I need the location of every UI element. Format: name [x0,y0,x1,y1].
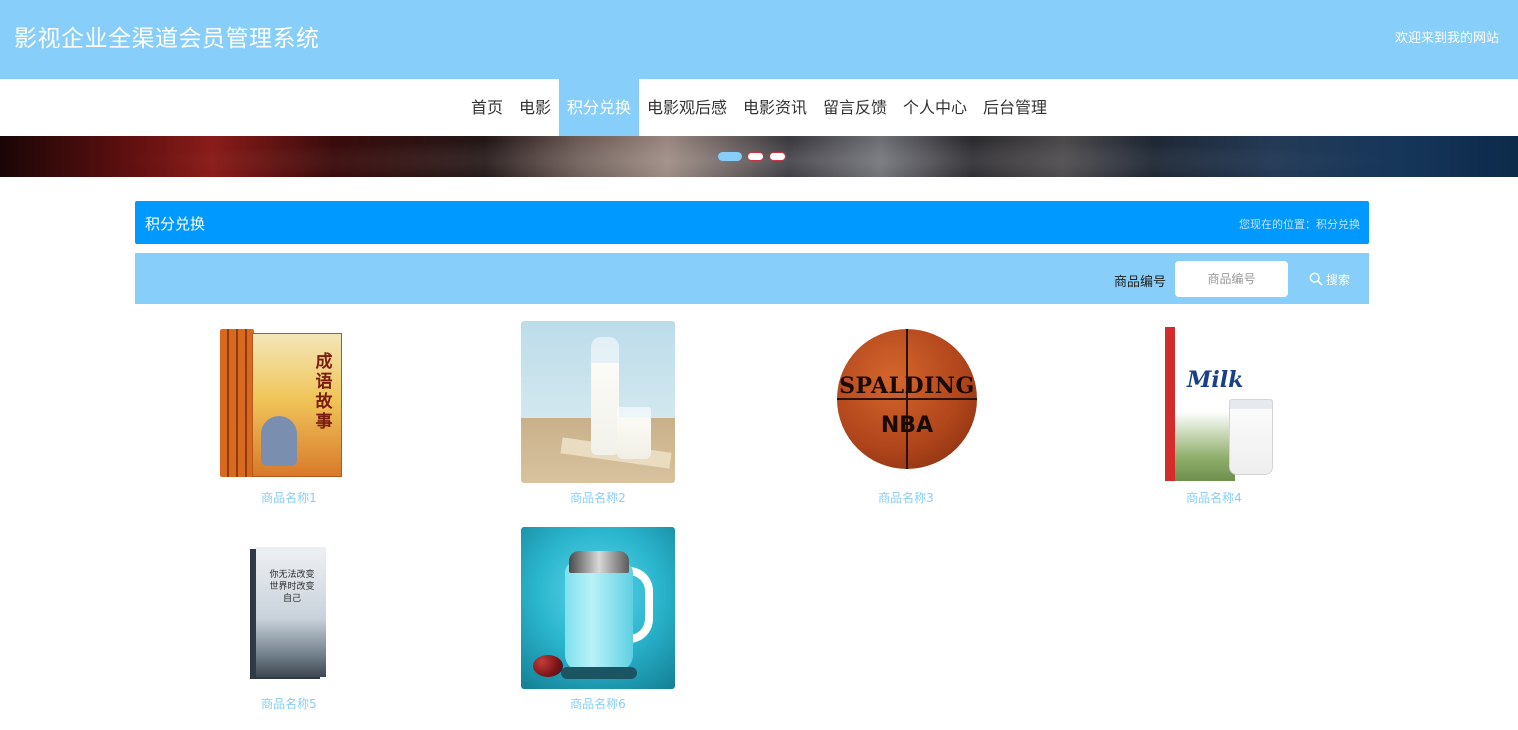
banner-carousel [0,136,1518,177]
product-card-5[interactable]: 你无法改变世界时改变自己 商品名称5 [189,527,389,712]
product-card-4[interactable]: Milk 商品名称4 [1114,321,1314,506]
carousel-dot-3[interactable] [769,152,786,161]
product-image-5-text: 你无法改变世界时改变自己 [269,570,315,604]
product-number-input[interactable] [1175,261,1288,297]
product-image-3-brand: SPALDING [839,373,975,399]
product-name-3[interactable]: 商品名称3 [806,489,1006,506]
product-image-1[interactable]: 成语故事 [212,321,366,483]
product-card-3[interactable]: SPALDING NBA 商品名称3 [806,321,1006,506]
carousel-dot-2[interactable] [747,152,764,161]
product-image-3[interactable]: SPALDING NBA [829,321,983,483]
nav-item-user-center[interactable]: 个人中心 [895,79,975,136]
product-image-1-text: 成语故事 [315,352,333,432]
product-card-6[interactable]: 商品名称6 [498,527,698,712]
product-image-4-text: Milk [1187,367,1244,393]
product-image-3-league: NBA [880,413,934,438]
nav-item-points-exchange[interactable]: 积分兑换 [558,79,639,136]
product-name-5[interactable]: 商品名称5 [189,695,389,712]
welcome-text: 欢迎来到我的网站 [1394,31,1499,46]
product-name-6[interactable]: 商品名称6 [498,695,698,712]
nav-item-admin[interactable]: 后台管理 [975,79,1055,136]
nav-item-movie-news[interactable]: 电影资讯 [735,79,815,136]
product-card-1[interactable]: 成语故事 商品名称1 [189,321,389,506]
product-name-2[interactable]: 商品名称2 [498,489,698,506]
section-title-bar: 积分兑换 您现在的位置：积分兑换 [135,201,1369,244]
section-title: 积分兑换 [145,215,206,233]
product-name-1[interactable]: 商品名称1 [189,489,389,506]
nav-item-feedback[interactable]: 留言反馈 [815,79,895,136]
site-header: 影视企业全渠道会员管理系统 欢迎来到我的网站 [0,0,1518,79]
breadcrumb: 您现在的位置：积分兑换 [1239,218,1360,231]
search-button-label: 搜索 [1326,272,1351,287]
site-title: 影视企业全渠道会员管理系统 [14,26,320,52]
search-icon [1309,272,1323,286]
search-label: 商品编号 [1114,275,1167,290]
product-image-6[interactable] [521,527,675,689]
product-image-5[interactable]: 你无法改变世界时改变自己 [212,527,366,689]
nav-item-movie-reviews[interactable]: 电影观后感 [639,79,735,136]
main-nav: 首页 电影 积分兑换 电影观后感 电影资讯 留言反馈 个人中心 后台管理 [0,79,1518,136]
carousel-indicators [718,152,786,162]
product-image-2[interactable] [521,321,675,483]
carousel-dot-1[interactable] [718,152,742,161]
product-card-2[interactable]: 商品名称2 [498,321,698,506]
product-name-4[interactable]: 商品名称4 [1114,489,1314,506]
search-bar: 商品编号 搜索 [135,253,1369,304]
search-button[interactable]: 搜索 [1303,261,1356,297]
nav-item-movies[interactable]: 电影 [511,79,559,136]
nav-item-home[interactable]: 首页 [463,79,511,136]
product-image-4[interactable]: Milk [1137,321,1291,483]
